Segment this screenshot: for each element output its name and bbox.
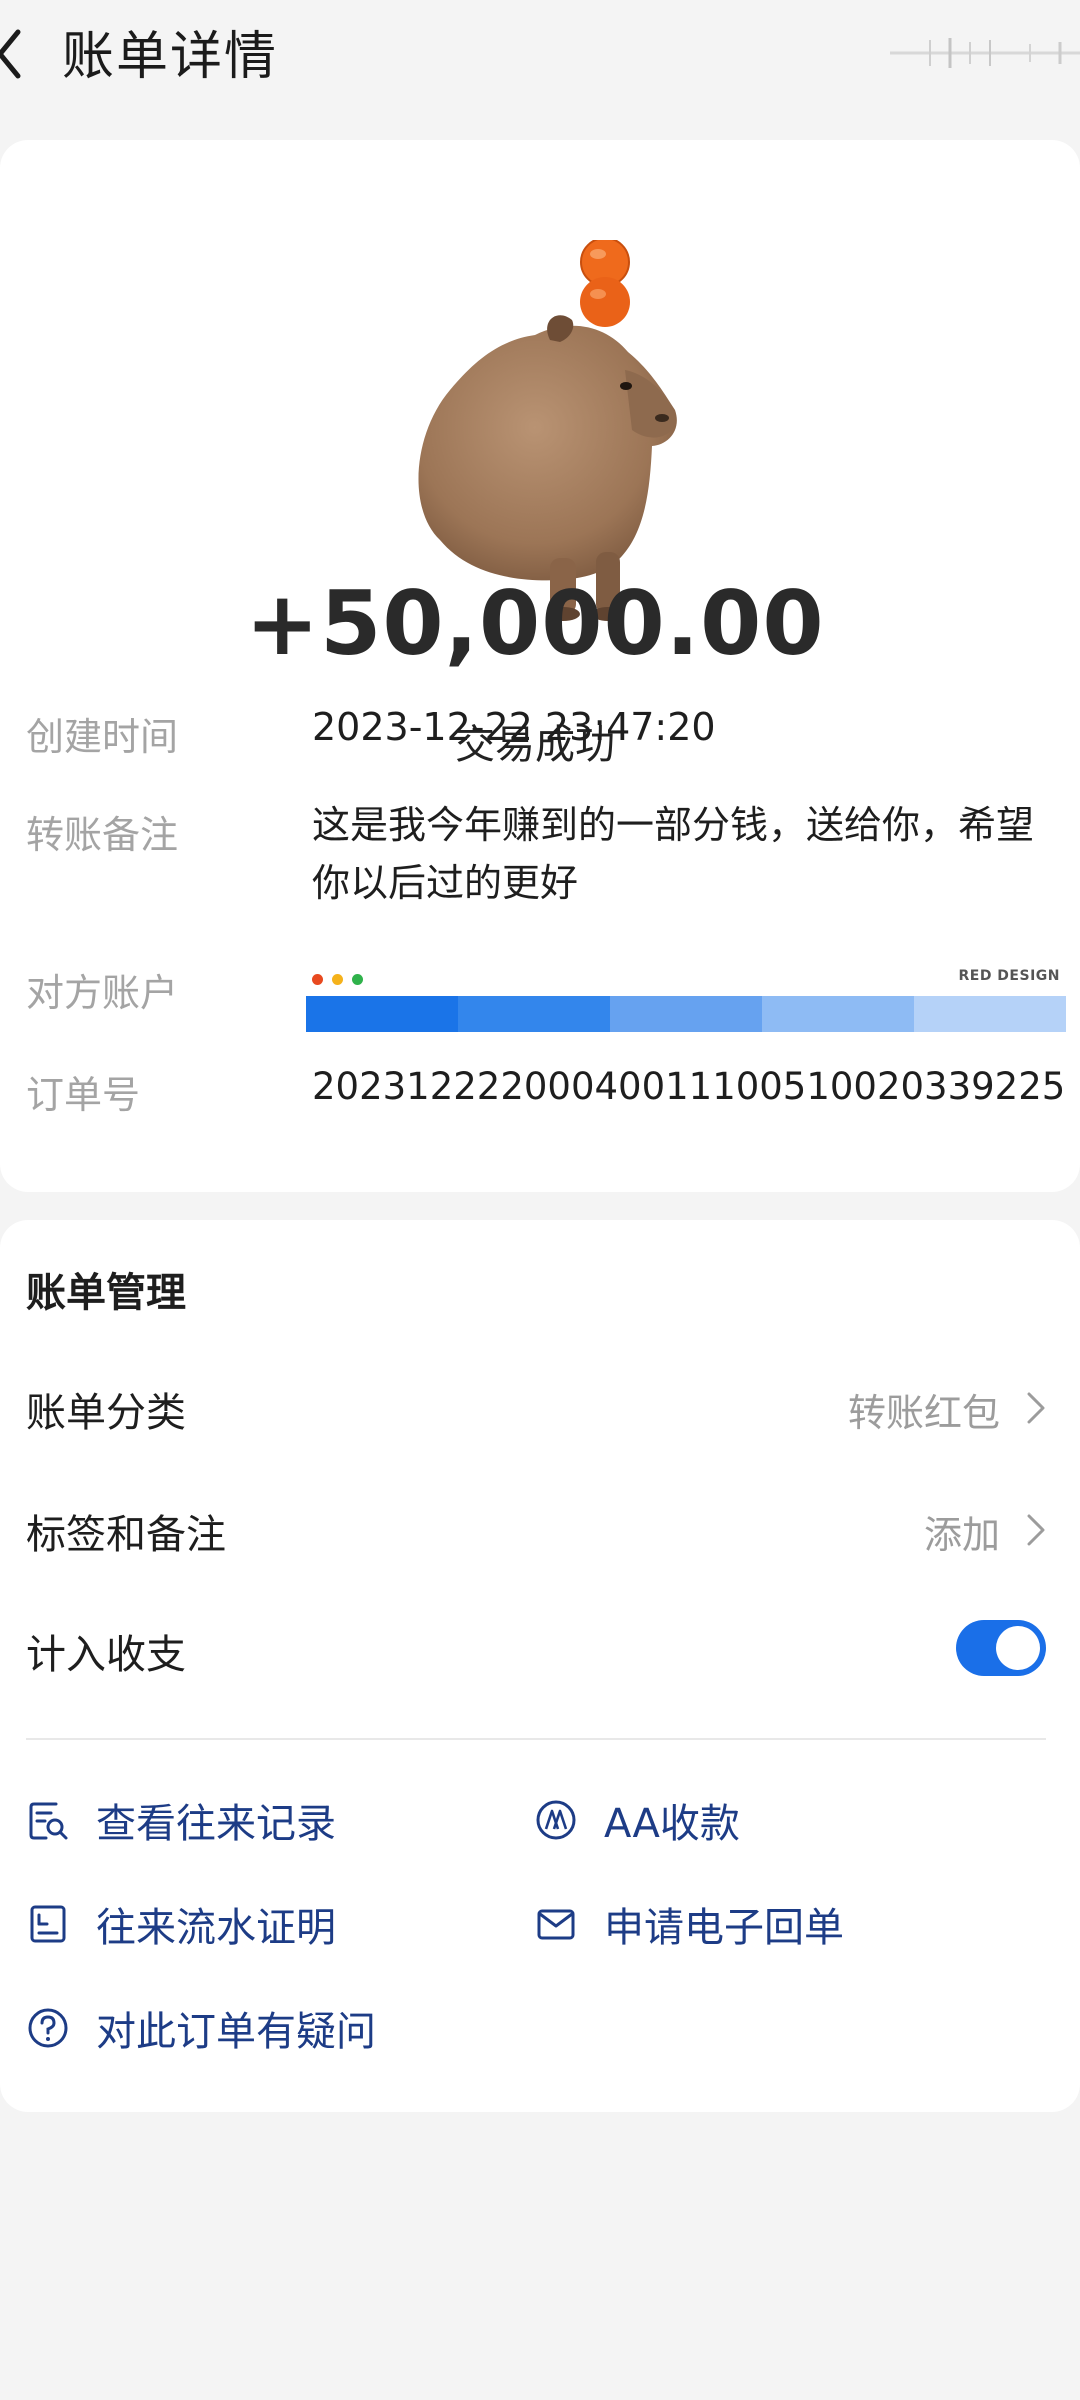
- toggle-knob: [996, 1626, 1040, 1670]
- section-title: 账单管理: [26, 1270, 186, 1316]
- capybara-image: [418, 240, 677, 621]
- action-label: 申请电子回单: [604, 1905, 844, 1951]
- page-title: 账单详情: [62, 27, 279, 87]
- chevron-right-icon: [1027, 1392, 1045, 1424]
- banner-dot: [312, 974, 323, 985]
- created-time-value: 2023-12-22 23:47:20: [312, 705, 716, 749]
- action-label: 往来流水证明: [96, 1905, 336, 1951]
- e-receipt-button[interactable]: 申请电子回单: [534, 1896, 844, 1952]
- created-time-label: 创建时间: [26, 715, 179, 759]
- include-in-balance-toggle[interactable]: [956, 1620, 1046, 1676]
- top-bar: 账单详情: [0, 0, 1080, 110]
- statement-icon: [30, 1905, 66, 1943]
- aa-collect-button[interactable]: AA收款: [534, 1792, 740, 1848]
- record-search-icon: [29, 1802, 68, 1840]
- statement-proof-button[interactable]: 往来流水证明: [26, 1896, 336, 1952]
- transaction-amount: +50,000.00: [245, 572, 825, 675]
- banner-segment: [914, 996, 1066, 1032]
- order-number-value: 20231222200040011100510020339225: [312, 1065, 1066, 1108]
- bill-category-value: 转账红包: [847, 1391, 1000, 1435]
- transfer-note-value: 这是我今年赚到的一部分钱，送给你，希望你以后过的更好: [312, 803, 1035, 905]
- banner-segment: [458, 996, 610, 1032]
- order-question-button[interactable]: 对此订单有疑问: [26, 2000, 376, 2056]
- chevron-left-icon[interactable]: [0, 24, 34, 84]
- tags-notes-label: 标签和备注: [26, 1512, 226, 1558]
- scroll-indicator-icon: [890, 38, 1080, 68]
- banner-dot: [332, 974, 343, 985]
- mail-icon: [537, 1909, 575, 1940]
- action-label: 查看往来记录: [96, 1801, 336, 1847]
- include-in-balance-label: 计入收支: [26, 1632, 186, 1678]
- chevron-right-icon: [1027, 1514, 1045, 1546]
- counterparty-account-banner: RED DESIGN: [306, 968, 1066, 1038]
- bill-category-label: 账单分类: [26, 1390, 186, 1436]
- counterparty-account-label: 对方账户: [26, 971, 179, 1015]
- banner-dot: [352, 974, 363, 985]
- question-icon: [28, 2008, 68, 2048]
- aa-collect-icon: [536, 1800, 576, 1840]
- action-label: 对此订单有疑问: [96, 2009, 376, 2055]
- banner-segment: [610, 996, 762, 1032]
- view-records-button[interactable]: 查看往来记录: [26, 1792, 336, 1848]
- banner-segment: [762, 996, 914, 1032]
- order-number-label: 订单号: [26, 1073, 141, 1117]
- banner-brand-text: RED DESIGN: [958, 968, 1060, 984]
- action-label: AA收款: [604, 1801, 740, 1847]
- bill-management-card: 账单管理 账单分类 转账红包 标签和备注 添加 计入收支 查看往来记录 AA收款…: [0, 1220, 1080, 2112]
- transfer-note-label: 转账备注: [26, 813, 179, 857]
- divider: [26, 1738, 1046, 1740]
- banner-segment: [306, 996, 458, 1032]
- banner-dots: [312, 970, 372, 989]
- banner-color-bar: [306, 996, 1066, 1032]
- transaction-summary-card: +50,000.00 交易成功 创建时间 2023-12-22 23:47:20…: [0, 140, 1080, 1192]
- tags-notes-value: 添加: [923, 1513, 1000, 1557]
